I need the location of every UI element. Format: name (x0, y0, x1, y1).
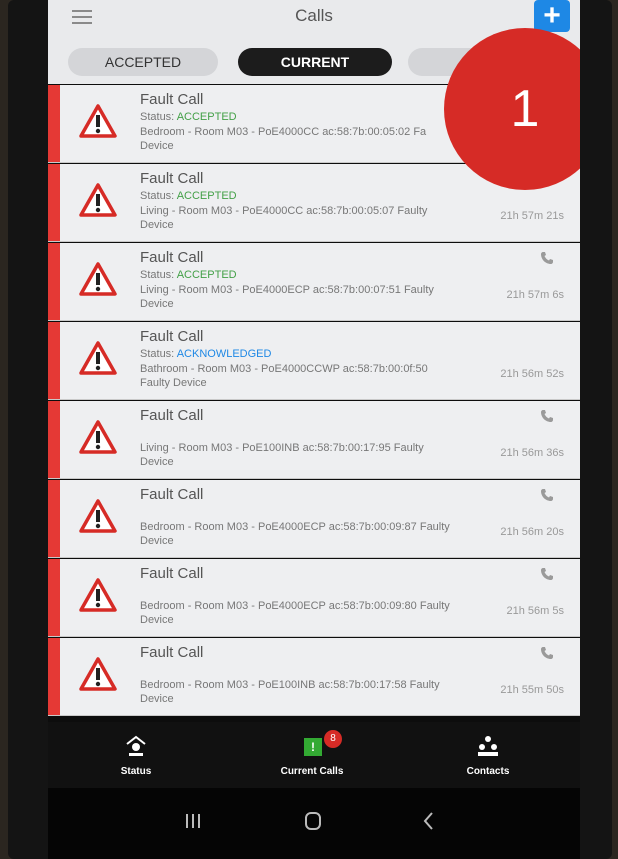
call-title: Fault Call (140, 249, 204, 266)
status-value: ACCEPTED (176, 269, 237, 281)
device-bezel: Calls + ACCEPTED CURRENT C Fault Call St… (8, 0, 612, 859)
call-list-item[interactable]: Fault Call Status: ACKNOWLEDGED Bathroom… (48, 322, 580, 400)
call-status: Status: ACCEPTED (140, 111, 237, 123)
nav-calls-label: Current Calls (280, 766, 344, 777)
call-description: Bedroom - Room M03 - PoE4000CC ac:58:7b:… (140, 125, 470, 153)
call-elapsed-time: 21h 56m 5s (506, 605, 564, 617)
bottom-nav: Status ! 8 Current Calls Contacts (48, 722, 580, 788)
call-title: Fault Call (140, 644, 204, 661)
call-elapsed-time: 21h 57m 6s (506, 289, 564, 301)
description-line: Faulty Device (140, 377, 207, 389)
call-title: Fault Call (140, 91, 204, 108)
call-list-item[interactable]: Fault Call Living - Room M03 - PoE100INB… (48, 401, 580, 479)
phone-icon[interactable] (540, 646, 554, 660)
warning-icon (79, 183, 117, 217)
recent-apps-icon[interactable] (178, 806, 208, 836)
call-description: Living - Room M03 - PoE100INB ac:58:7b:0… (140, 441, 470, 469)
phone-icon[interactable] (540, 567, 554, 581)
nav-contacts-label: Contacts (466, 766, 510, 777)
call-description: Bathroom - Room M03 - PoE4000CCWP ac:58:… (140, 362, 470, 390)
alert-bar (48, 559, 60, 636)
warning-icon (79, 578, 117, 612)
description-line: Device (140, 614, 174, 626)
back-icon[interactable] (414, 806, 444, 836)
description-line: Device (140, 456, 174, 468)
warning-icon (79, 657, 117, 691)
call-description: Living - Room M03 - PoE4000CC ac:58:7b:0… (140, 204, 470, 232)
call-elapsed-time: 21h 56m 20s (500, 526, 564, 538)
warning-icon (79, 262, 117, 296)
current-calls-icon: ! (304, 738, 322, 756)
description-line: Device (140, 693, 174, 705)
nav-current-calls[interactable]: ! 8 Current Calls (252, 722, 372, 788)
description-line: Bathroom - Room M03 - PoE4000CCWP ac:58:… (140, 363, 428, 375)
call-elapsed-time: 21h 56m 36s (500, 447, 564, 459)
status-value: ACKNOWLEDGED (176, 348, 272, 360)
call-status: Status: ACKNOWLEDGED (140, 348, 271, 360)
alert-bar (48, 480, 60, 557)
status-value: ACCEPTED (176, 111, 237, 123)
alert-bar (48, 401, 60, 478)
call-list-item[interactable]: Fault Call Bedroom - Room M03 - PoE4000E… (48, 559, 580, 637)
call-title: Fault Call (140, 565, 204, 582)
phone-icon[interactable] (540, 251, 554, 265)
status-label: Status: (140, 111, 175, 123)
call-description: Bedroom - Room M03 - PoE100INB ac:58:7b:… (140, 678, 470, 706)
status-label: Status: (140, 269, 175, 281)
description-line: Living - Room M03 - PoE4000ECP ac:58:7b:… (140, 284, 434, 296)
home-icon[interactable] (298, 806, 328, 836)
description-line: Bedroom - Room M03 - PoE4000ECP ac:58:7b… (140, 521, 450, 533)
call-title: Fault Call (140, 486, 204, 503)
alert-bar (48, 164, 60, 241)
call-elapsed-time: 21h 55m 50s (500, 684, 564, 696)
description-line: Living - Room M03 - PoE4000CC ac:58:7b:0… (140, 205, 428, 217)
alert-bar (48, 85, 60, 162)
status-label: Status: (140, 190, 175, 202)
tab-accepted[interactable]: ACCEPTED (68, 48, 218, 76)
warning-icon (79, 420, 117, 454)
call-description: Bedroom - Room M03 - PoE4000ECP ac:58:7b… (140, 520, 470, 548)
call-title: Fault Call (140, 170, 204, 187)
page-title: Calls (295, 6, 333, 25)
call-status: Status: ACCEPTED (140, 269, 237, 281)
call-list-item[interactable]: Fault Call Bedroom - Room M03 - PoE4000E… (48, 480, 580, 558)
description-line: Device (140, 535, 174, 547)
description-line: Device (140, 298, 174, 310)
status-label: Status: (140, 348, 175, 360)
call-description: Living - Room M03 - PoE4000ECP ac:58:7b:… (140, 283, 470, 311)
alert-bar (48, 322, 60, 399)
call-title: Fault Call (140, 328, 204, 345)
call-list-item[interactable]: Fault Call Status: ACCEPTED Living - Roo… (48, 243, 580, 321)
android-system-bar (48, 788, 580, 859)
description-line: Bedroom - Room M03 - PoE100INB ac:58:7b:… (140, 679, 440, 691)
call-status: Status: ACCEPTED (140, 190, 237, 202)
nav-contacts[interactable]: Contacts (428, 722, 548, 788)
phone-icon[interactable] (540, 488, 554, 502)
description-line: Device (140, 219, 174, 231)
app-screen: Calls + ACCEPTED CURRENT C Fault Call St… (48, 0, 580, 859)
description-line: Device (140, 140, 174, 152)
calls-count-badge: 8 (324, 730, 342, 748)
call-elapsed-time: 21h 56m 52s (500, 368, 564, 380)
status-icon (126, 735, 146, 756)
warning-icon (79, 104, 117, 138)
alert-bar (48, 243, 60, 320)
warning-icon (79, 341, 117, 375)
description-line: Bedroom - Room M03 - PoE4000CC ac:58:7b:… (140, 126, 427, 138)
nav-status-label: Status (120, 766, 152, 777)
call-title: Fault Call (140, 407, 204, 424)
alert-bar (48, 638, 60, 715)
warning-icon (79, 499, 117, 533)
description-line: Bedroom - Room M03 - PoE4000ECP ac:58:7b… (140, 600, 450, 612)
phone-icon[interactable] (540, 409, 554, 423)
status-value: ACCEPTED (176, 190, 237, 202)
call-elapsed-time: 21h 57m 21s (500, 210, 564, 222)
add-call-button[interactable]: + (534, 0, 570, 32)
contacts-icon (478, 736, 498, 756)
nav-status[interactable]: Status (76, 722, 196, 788)
call-list-item[interactable]: Fault Call Bedroom - Room M03 - PoE100IN… (48, 638, 580, 716)
description-line: Living - Room M03 - PoE100INB ac:58:7b:0… (140, 442, 424, 454)
call-description: Bedroom - Room M03 - PoE4000ECP ac:58:7b… (140, 599, 470, 627)
tab-current[interactable]: CURRENT (238, 48, 392, 76)
